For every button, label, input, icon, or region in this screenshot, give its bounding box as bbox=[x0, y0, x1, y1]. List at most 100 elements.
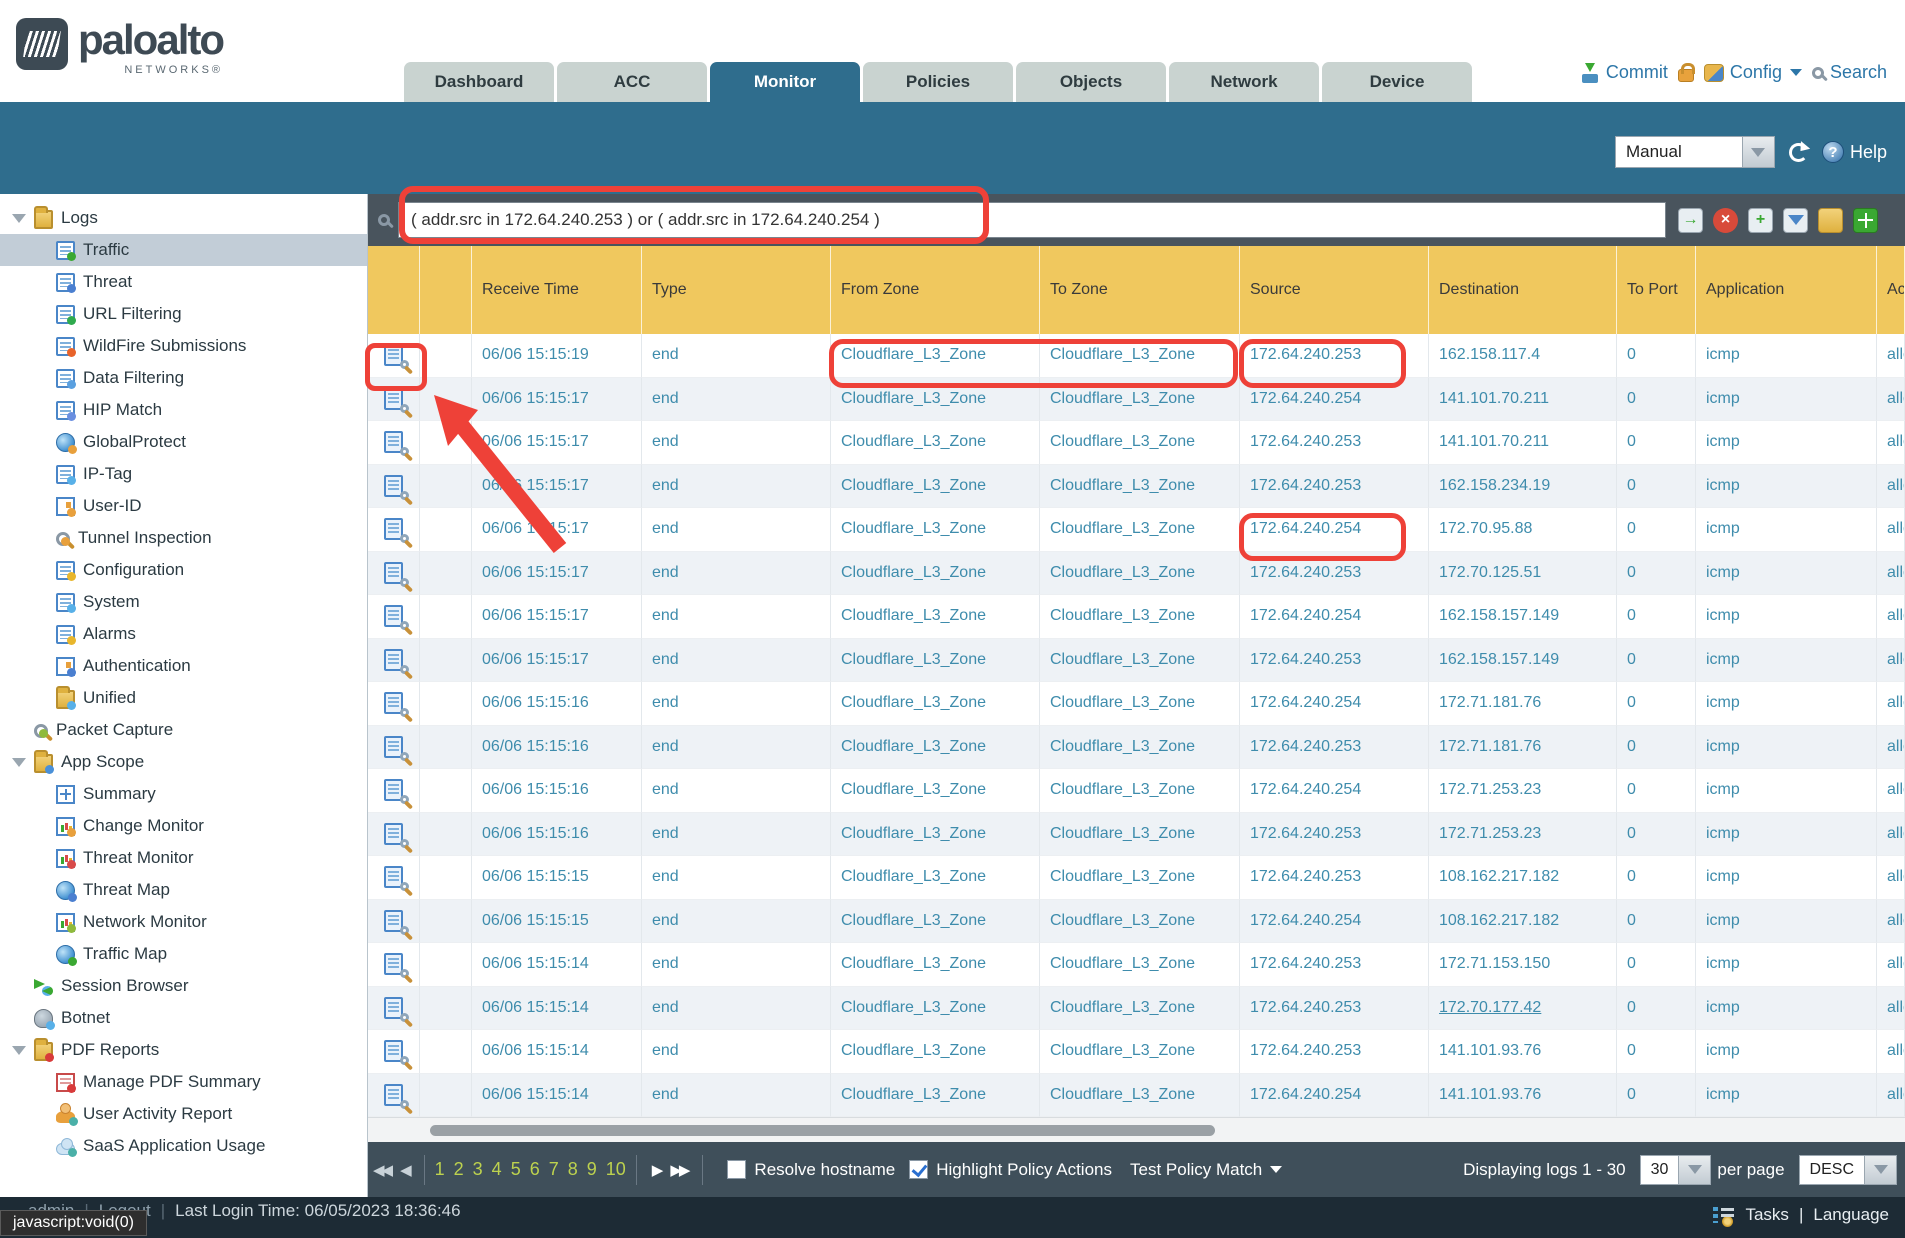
log-detail-icon[interactable] bbox=[384, 910, 403, 932]
prev-page-button[interactable]: ◀ bbox=[400, 1161, 409, 1179]
sidebar-item-packet-capture[interactable]: Packet Capture bbox=[0, 714, 367, 746]
table-row[interactable]: 06/06 15:15:17endCloudflare_L3_ZoneCloud… bbox=[368, 508, 1905, 552]
sidebar-item-traffic[interactable]: Traffic bbox=[0, 234, 367, 266]
tab-acc[interactable]: ACC bbox=[557, 62, 707, 102]
tasks-link[interactable]: Tasks bbox=[1745, 1205, 1788, 1225]
sidebar-item-network-monitor[interactable]: Network Monitor bbox=[0, 906, 367, 938]
next-page-button[interactable]: ▶ bbox=[652, 1161, 661, 1179]
table-row[interactable]: 06/06 15:15:14endCloudflare_L3_ZoneCloud… bbox=[368, 1030, 1905, 1074]
sidebar-item-authentication[interactable]: Authentication bbox=[0, 650, 367, 682]
log-detail-icon[interactable] bbox=[384, 1084, 403, 1106]
table-row[interactable]: 06/06 15:15:17endCloudflare_L3_ZoneCloud… bbox=[368, 595, 1905, 639]
sidebar-item-url-filtering[interactable]: URL Filtering bbox=[0, 298, 367, 330]
table-row[interactable]: 06/06 15:15:14endCloudflare_L3_ZoneCloud… bbox=[368, 1074, 1905, 1118]
table-row[interactable]: 06/06 15:15:14endCloudflare_L3_ZoneCloud… bbox=[368, 943, 1905, 987]
first-page-button[interactable]: ◀◀ bbox=[373, 1161, 390, 1179]
sidebar-item-globalprotect[interactable]: GlobalProtect bbox=[0, 426, 367, 458]
table-row[interactable]: 06/06 15:15:16endCloudflare_L3_ZoneCloud… bbox=[368, 769, 1905, 813]
lock-icon[interactable] bbox=[1678, 69, 1694, 82]
column-header-to-zone[interactable]: To Zone bbox=[1040, 246, 1240, 334]
tree-expander-icon[interactable] bbox=[12, 1046, 26, 1055]
sort-order-select[interactable]: DESC bbox=[1799, 1155, 1897, 1185]
table-row[interactable]: 06/06 15:15:17endCloudflare_L3_ZoneCloud… bbox=[368, 552, 1905, 596]
sidebar-item-botnet[interactable]: Botnet bbox=[0, 1002, 367, 1034]
sidebar-item-configuration[interactable]: Configuration bbox=[0, 554, 367, 586]
filter-query-input[interactable] bbox=[398, 202, 1666, 238]
config-menu-button[interactable]: Config bbox=[1704, 62, 1802, 83]
log-detail-icon[interactable] bbox=[384, 388, 403, 410]
page-number-5[interactable]: 5 bbox=[511, 1159, 521, 1180]
log-detail-icon[interactable] bbox=[384, 997, 403, 1019]
save-filter-icon[interactable] bbox=[1783, 208, 1808, 233]
language-link[interactable]: Language bbox=[1813, 1205, 1889, 1225]
table-row[interactable]: 06/06 15:15:17endCloudflare_L3_ZoneCloud… bbox=[368, 421, 1905, 465]
log-detail-icon[interactable] bbox=[384, 475, 403, 497]
help-button[interactable]: ? Help bbox=[1822, 141, 1887, 163]
sidebar-item-system[interactable]: System bbox=[0, 586, 367, 618]
log-detail-icon[interactable] bbox=[384, 779, 403, 801]
table-row[interactable]: 06/06 15:15:19endCloudflare_L3_ZoneCloud… bbox=[368, 334, 1905, 378]
tab-monitor[interactable]: Monitor bbox=[710, 62, 860, 102]
test-policy-match-button[interactable]: Test Policy Match bbox=[1130, 1160, 1282, 1180]
table-row[interactable]: 06/06 15:15:16endCloudflare_L3_ZoneCloud… bbox=[368, 726, 1905, 770]
log-detail-icon[interactable] bbox=[384, 823, 403, 845]
sidebar-item-alarms[interactable]: Alarms bbox=[0, 618, 367, 650]
page-number-9[interactable]: 9 bbox=[587, 1159, 597, 1180]
sidebar-item-pdf-reports[interactable]: PDF Reports bbox=[0, 1034, 367, 1066]
tab-network[interactable]: Network bbox=[1169, 62, 1319, 102]
sidebar-item-wildfire-submissions[interactable]: WildFire Submissions bbox=[0, 330, 367, 362]
commit-button[interactable]: Commit bbox=[1580, 62, 1668, 83]
load-filter-icon[interactable] bbox=[1818, 208, 1843, 233]
column-header-source[interactable]: Source bbox=[1240, 246, 1429, 334]
table-row[interactable]: 06/06 15:15:16endCloudflare_L3_ZoneCloud… bbox=[368, 813, 1905, 857]
log-detail-icon[interactable] bbox=[384, 1040, 403, 1062]
log-detail-icon[interactable] bbox=[384, 953, 403, 975]
sidebar-item-saas-application-usage[interactable]: SaaS Application Usage bbox=[0, 1130, 367, 1162]
log-detail-icon[interactable] bbox=[384, 866, 403, 888]
sidebar-item-logs[interactable]: Logs bbox=[0, 202, 367, 234]
sort-order-dropdown-button[interactable] bbox=[1865, 1155, 1897, 1185]
per-page-dropdown-button[interactable] bbox=[1679, 1155, 1711, 1185]
tab-device[interactable]: Device bbox=[1322, 62, 1472, 102]
table-row[interactable]: 06/06 15:15:15endCloudflare_L3_ZoneCloud… bbox=[368, 900, 1905, 944]
column-header-receive-time[interactable]: Receive Time bbox=[472, 246, 642, 334]
tree-expander-icon[interactable] bbox=[12, 758, 26, 767]
table-row[interactable]: 06/06 15:15:16endCloudflare_L3_ZoneCloud… bbox=[368, 682, 1905, 726]
tab-dashboard[interactable]: Dashboard bbox=[404, 62, 554, 102]
tree-expander-icon[interactable] bbox=[12, 214, 26, 223]
log-detail-icon[interactable] bbox=[384, 605, 403, 627]
page-number-10[interactable]: 10 bbox=[606, 1159, 626, 1180]
sidebar-item-hip-match[interactable]: HIP Match bbox=[0, 394, 367, 426]
column-header-action[interactable]: Action bbox=[1877, 246, 1905, 334]
table-row[interactable]: 06/06 15:15:14endCloudflare_L3_ZoneCloud… bbox=[368, 987, 1905, 1031]
sidebar-item-user-id[interactable]: User-ID bbox=[0, 490, 367, 522]
export-logs-icon[interactable] bbox=[1853, 208, 1878, 233]
sidebar-item-user-activity-report[interactable]: User Activity Report bbox=[0, 1098, 367, 1130]
table-row[interactable]: 06/06 15:15:17endCloudflare_L3_ZoneCloud… bbox=[368, 378, 1905, 422]
sidebar-item-change-monitor[interactable]: Change Monitor bbox=[0, 810, 367, 842]
log-detail-icon[interactable] bbox=[384, 431, 403, 453]
page-number-4[interactable]: 4 bbox=[492, 1159, 502, 1180]
sidebar-item-manage-pdf-summary[interactable]: Manage PDF Summary bbox=[0, 1066, 367, 1098]
sidebar-item-threat-monitor[interactable]: Threat Monitor bbox=[0, 842, 367, 874]
last-page-button[interactable]: ▶▶ bbox=[670, 1161, 687, 1179]
sidebar-item-app-scope[interactable]: App Scope bbox=[0, 746, 367, 778]
log-detail-icon[interactable] bbox=[384, 649, 403, 671]
log-detail-icon[interactable] bbox=[384, 344, 403, 366]
page-number-8[interactable]: 8 bbox=[568, 1159, 578, 1180]
apply-filter-icon[interactable]: → bbox=[1678, 208, 1703, 233]
horizontal-scrollbar-thumb[interactable] bbox=[430, 1125, 1215, 1136]
log-detail-icon[interactable] bbox=[384, 562, 403, 584]
table-row[interactable]: 06/06 15:15:17endCloudflare_L3_ZoneCloud… bbox=[368, 639, 1905, 683]
highlight-policy-actions-checkbox[interactable] bbox=[909, 1160, 928, 1179]
sidebar-item-tunnel-inspection[interactable]: Tunnel Inspection bbox=[0, 522, 367, 554]
per-page-select[interactable]: 30 bbox=[1640, 1155, 1712, 1185]
tab-policies[interactable]: Policies bbox=[863, 62, 1013, 102]
page-number-7[interactable]: 7 bbox=[549, 1159, 559, 1180]
page-number-1[interactable]: 1 bbox=[435, 1159, 445, 1180]
table-row[interactable]: 06/06 15:15:17endCloudflare_L3_ZoneCloud… bbox=[368, 465, 1905, 509]
refresh-mode-dropdown-button[interactable] bbox=[1743, 136, 1775, 168]
log-detail-icon[interactable] bbox=[384, 736, 403, 758]
page-number-2[interactable]: 2 bbox=[454, 1159, 464, 1180]
search-button[interactable]: Search bbox=[1812, 62, 1887, 83]
